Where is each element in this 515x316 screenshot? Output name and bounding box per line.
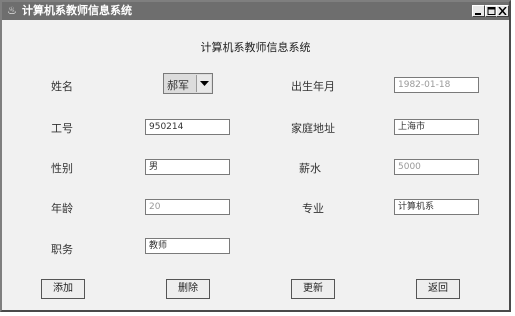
close-icon	[498, 7, 507, 15]
age-label: 年龄	[51, 202, 73, 215]
major-field[interactable]: 计算机系	[394, 199, 479, 215]
title-bar[interactable]: ♨ 计算机系教师信息系统	[2, 2, 509, 20]
position-field[interactable]: 教师	[145, 238, 230, 254]
birth-label: 出生年月	[291, 80, 335, 93]
combobox-dropdown-button[interactable]	[196, 75, 211, 92]
age-field[interactable]: 20	[145, 199, 230, 215]
chevron-down-icon	[200, 81, 209, 86]
app-window: ♨ 计算机系教师信息系统 计算机系教师信息系统 姓名 郝军 出生年月 1982-…	[0, 0, 511, 312]
maximize-icon	[487, 7, 496, 15]
address-field[interactable]: 上海市	[394, 119, 479, 135]
form-heading: 计算机系教师信息系统	[200, 41, 311, 54]
gender-field[interactable]: 男	[145, 159, 230, 175]
minimize-icon	[475, 13, 481, 15]
name-combobox[interactable]: 郝军	[163, 73, 213, 94]
name-label: 姓名	[51, 80, 73, 93]
app-icon: ♨	[7, 4, 17, 17]
window-title: 计算机系教师信息系统	[22, 4, 132, 17]
major-label: 专业	[302, 202, 324, 215]
delete-button[interactable]: 删除	[166, 279, 210, 299]
minimize-button[interactable]	[472, 5, 485, 17]
salary-label: 薪水	[299, 162, 321, 175]
add-button[interactable]: 添加	[41, 279, 85, 299]
update-button[interactable]: 更新	[291, 279, 335, 299]
salary-field[interactable]: 5000	[394, 159, 479, 175]
birth-field[interactable]: 1982-01-18	[394, 77, 479, 93]
form-panel: 计算机系教师信息系统 姓名 郝军 出生年月 1982-01-18 工号 9502…	[2, 20, 509, 310]
back-button[interactable]: 返回	[416, 279, 460, 299]
address-label: 家庭地址	[291, 122, 335, 135]
name-combobox-value: 郝军	[167, 79, 189, 92]
close-button[interactable]	[496, 5, 509, 17]
position-label: 职务	[51, 243, 73, 256]
id-field[interactable]: 950214	[145, 119, 230, 135]
id-label: 工号	[51, 122, 73, 135]
gender-label: 性别	[51, 162, 73, 175]
